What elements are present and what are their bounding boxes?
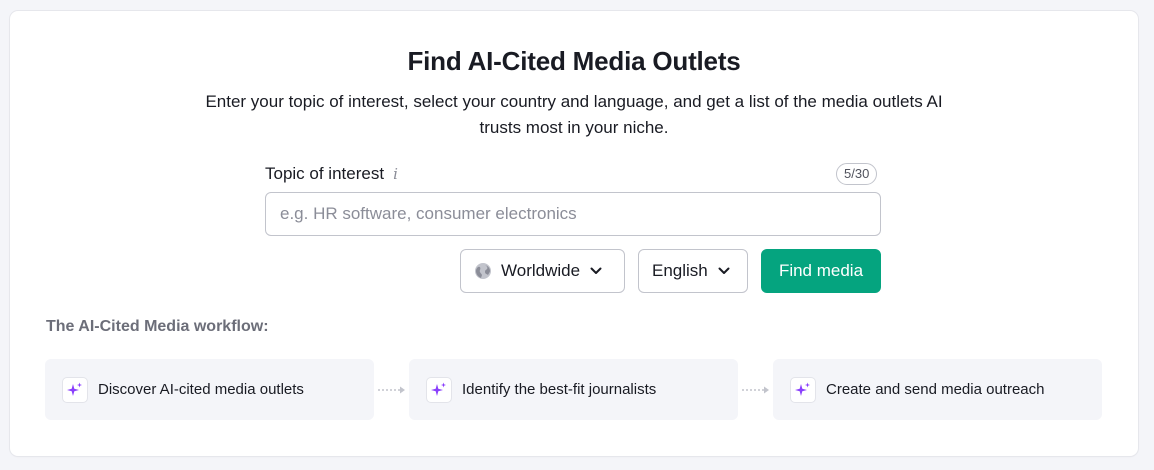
language-value: English — [652, 261, 708, 280]
workflow-title: The AI-Cited Media workflow: — [46, 318, 269, 335]
arrow-right-icon — [742, 386, 769, 394]
workflow-step-label: Identify the best-fit journalists — [462, 381, 657, 398]
topic-input[interactable] — [265, 192, 881, 236]
language-select[interactable]: English — [638, 249, 748, 293]
page-subtitle: Enter your topic of interest, select you… — [205, 92, 943, 137]
workflow-step-label: Create and send media outreach — [826, 381, 1045, 398]
workflow-step-outreach: Create and send media outreach — [773, 359, 1102, 420]
workflow-step-discover: Discover AI-cited media outlets — [45, 359, 374, 420]
topic-label-row: Topic of interest i — [265, 164, 398, 184]
country-value: Worldwide — [501, 261, 581, 280]
sparkle-icon — [426, 376, 452, 403]
topic-label: Topic of interest — [265, 164, 385, 183]
chevron-down-icon — [718, 267, 730, 274]
find-media-button[interactable]: Find media — [761, 249, 881, 293]
sparkle-icon — [62, 376, 88, 403]
page-title: Find AI-Cited Media Outlets — [407, 46, 741, 76]
country-select[interactable]: Worldwide — [460, 249, 625, 293]
arrow-right-icon — [378, 386, 405, 394]
workflow-step-identify: Identify the best-fit journalists — [409, 359, 738, 420]
chevron-down-icon — [590, 267, 602, 274]
character-counter: 5/30 — [836, 163, 878, 185]
info-icon[interactable]: i — [393, 165, 398, 183]
finder-card: Find AI-Cited Media Outlets Enter your t… — [10, 11, 1138, 456]
globe-icon — [475, 263, 491, 279]
workflow-step-label: Discover AI-cited media outlets — [98, 381, 304, 398]
sparkle-icon — [790, 376, 816, 403]
